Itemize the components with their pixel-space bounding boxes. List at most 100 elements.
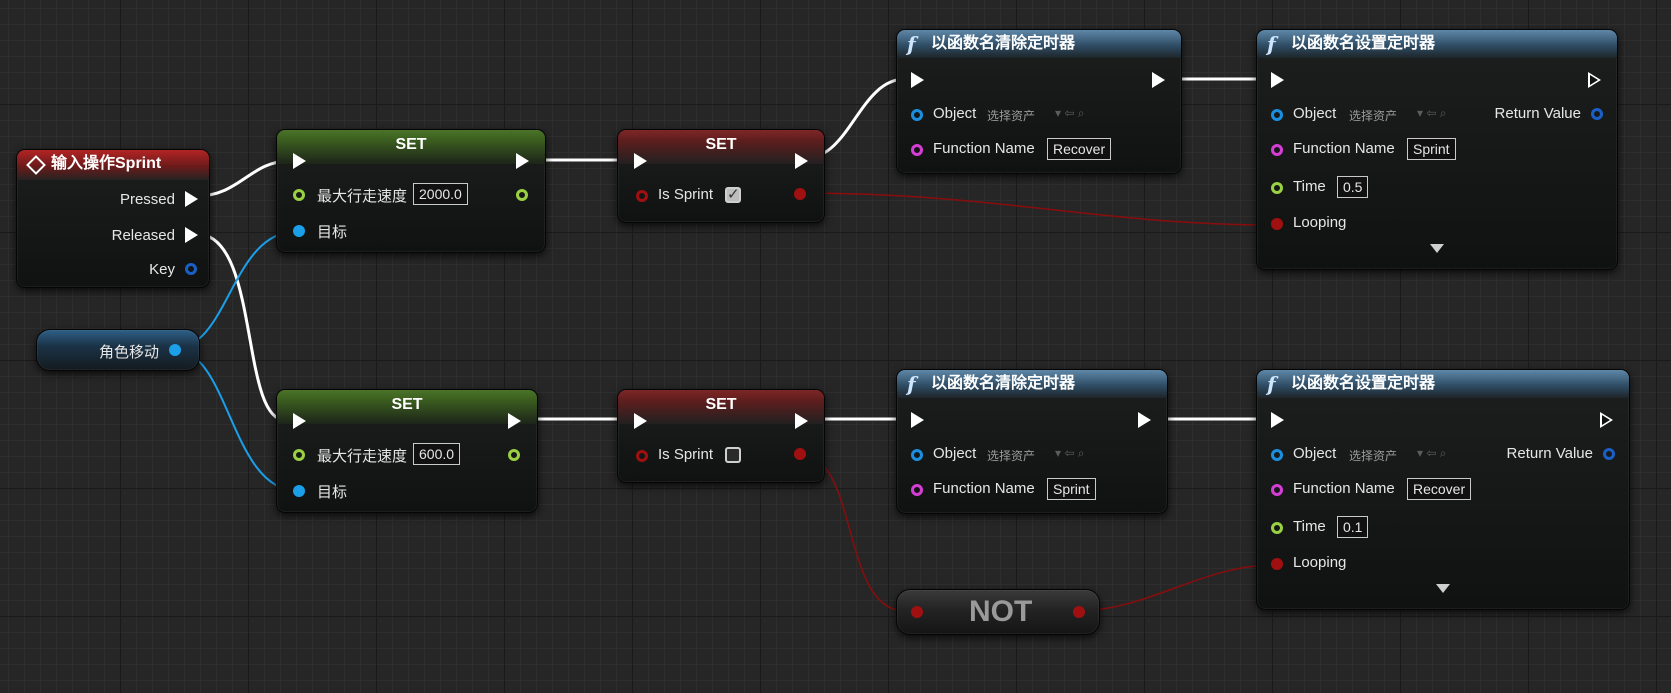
exec-out-pin-pressed[interactable] (185, 191, 198, 207)
exec-out-pin[interactable] (508, 413, 521, 429)
return-value-label: Return Value (1494, 105, 1581, 122)
speed-value-input[interactable]: 600.0 (413, 443, 461, 465)
function-name-in-pin[interactable] (1271, 144, 1283, 156)
sprint-out-pin[interactable] (794, 188, 806, 200)
node-header: SET (277, 130, 545, 164)
node-header: SET (618, 130, 824, 164)
asset-picker[interactable]: 选择资产 (1349, 447, 1397, 464)
function-icon: f (1267, 372, 1276, 396)
set-speed-node-top[interactable]: SET 最大行走速度 2000.0 目标 (276, 129, 546, 253)
exec-out-pin[interactable] (795, 153, 808, 169)
bool-wire (797, 192, 1276, 226)
set-timer-node-top[interactable]: f 以函数名设置定时器 Object 选择资产 ▾ ⇦ ⌕ Return Val… (1256, 29, 1618, 270)
object-label: Object (933, 105, 977, 122)
function-name-input[interactable]: Recover (1047, 138, 1112, 160)
speed-in-pin[interactable] (293, 189, 305, 201)
exec-in-pin[interactable] (911, 412, 924, 428)
asset-picker-arrows[interactable]: ▾ ⇦ ⌕ (1055, 446, 1084, 461)
exec-in-pin[interactable] (634, 413, 647, 429)
speed-out-pin[interactable] (508, 449, 520, 461)
asset-picker-arrows[interactable]: ▾ ⇦ ⌕ (1417, 446, 1446, 461)
node-title: 输入操作Sprint (51, 155, 162, 172)
function-name-label: Function Name (933, 480, 1035, 497)
field-label: Is Sprint (658, 186, 714, 203)
exec-in-pin[interactable] (911, 72, 924, 88)
set-timer-node-bottom[interactable]: f 以函数名设置定时器 Object 选择资产 ▾ ⇦ ⌕ Return Val… (1256, 369, 1630, 610)
looping-in-pin[interactable] (1271, 558, 1283, 570)
node-title: SET (705, 396, 737, 413)
exec-out-pin[interactable] (1138, 412, 1151, 428)
asset-picker-arrows[interactable]: ▾ ⇦ ⌕ (1417, 106, 1446, 121)
target-label: 目标 (317, 484, 348, 501)
target-in-pin[interactable] (293, 485, 305, 497)
speed-out-pin[interactable] (516, 189, 528, 201)
object-in-pin[interactable] (1271, 449, 1283, 461)
expand-arrow-icon[interactable] (1436, 584, 1450, 593)
sprint-checkbox[interactable] (725, 447, 741, 463)
not-node[interactable]: NOT (896, 589, 1100, 635)
object-label: Object (1293, 105, 1337, 122)
asset-picker-arrows[interactable]: ▾ ⇦ ⌕ (1055, 106, 1084, 121)
exec-in-pin[interactable] (634, 153, 647, 169)
function-name-input[interactable]: Recover (1407, 478, 1472, 500)
clear-timer-node-bottom[interactable]: f 以函数名清除定时器 Object 选择资产 ▾ ⇦ ⌕ Function N… (896, 369, 1168, 514)
function-name-input[interactable]: Sprint (1407, 138, 1456, 160)
not-out-pin[interactable] (1073, 606, 1085, 618)
function-name-in-pin[interactable] (911, 144, 923, 156)
function-name-in-pin[interactable] (1271, 484, 1283, 496)
time-label: Time (1293, 178, 1326, 195)
exec-out-pin[interactable] (1152, 72, 1165, 88)
looping-in-pin[interactable] (1271, 218, 1283, 230)
variable-node[interactable]: 角色移动 (36, 329, 200, 371)
variable-out-pin[interactable] (169, 344, 181, 356)
expand-arrow-icon[interactable] (1430, 244, 1444, 253)
not-label: NOT (969, 595, 1033, 628)
sprint-out-pin[interactable] (794, 448, 806, 460)
object-in-pin[interactable] (911, 109, 923, 121)
node-title: SET (391, 396, 423, 413)
exec-out-pin[interactable] (516, 153, 529, 169)
asset-picker[interactable]: 选择资产 (987, 107, 1035, 124)
sprint-in-pin[interactable] (636, 190, 648, 202)
exec-in-pin[interactable] (1271, 412, 1284, 428)
function-icon: f (907, 372, 916, 396)
node-header: f 以函数名设置定时器 (1257, 30, 1617, 58)
looping-label: Looping (1293, 554, 1347, 571)
set-sprint-node-top[interactable]: SET Is Sprint (617, 129, 825, 223)
speed-in-pin[interactable] (293, 449, 305, 461)
object-in-pin[interactable] (1271, 109, 1283, 121)
key-out-pin[interactable] (185, 263, 197, 275)
node-header: f 以函数名清除定时器 (897, 30, 1181, 58)
time-input[interactable]: 0.5 (1337, 176, 1369, 198)
exec-in-pin[interactable] (293, 153, 306, 169)
input-action-node[interactable]: 输入操作Sprint Pressed Released Key (16, 149, 210, 288)
sprint-checkbox[interactable] (725, 185, 741, 203)
exec-in-pin[interactable] (1271, 72, 1284, 88)
asset-picker[interactable]: 选择资产 (987, 447, 1035, 464)
target-in-pin[interactable] (293, 225, 305, 237)
sprint-in-pin[interactable] (636, 450, 648, 462)
exec-out-pin-released[interactable] (185, 227, 198, 243)
time-input[interactable]: 0.1 (1337, 516, 1369, 538)
input-event-icon (26, 155, 46, 175)
function-name-in-pin[interactable] (911, 484, 923, 496)
exec-out-pin[interactable] (1588, 72, 1601, 88)
clear-timer-node-top[interactable]: f 以函数名清除定时器 Object 选择资产 ▾ ⇦ ⌕ Function N… (896, 29, 1182, 174)
time-in-pin[interactable] (1271, 182, 1283, 194)
set-sprint-node-bottom[interactable]: SET Is Sprint (617, 389, 825, 483)
node-title: 以函数名清除定时器 (931, 375, 1076, 392)
object-in-pin[interactable] (911, 449, 923, 461)
exec-out-pin[interactable] (1600, 412, 1613, 428)
not-in-pin[interactable] (911, 606, 923, 618)
set-speed-node-bottom[interactable]: SET 最大行走速度 600.0 目标 (276, 389, 538, 513)
return-value-pin[interactable] (1603, 448, 1615, 460)
asset-picker[interactable]: 选择资产 (1349, 107, 1397, 124)
exec-out-pin[interactable] (795, 413, 808, 429)
time-in-pin[interactable] (1271, 522, 1283, 534)
function-name-input[interactable]: Sprint (1047, 478, 1096, 500)
object-label: Object (933, 445, 977, 462)
node-header: SET (277, 390, 537, 424)
speed-value-input[interactable]: 2000.0 (413, 183, 468, 205)
return-value-pin[interactable] (1591, 108, 1603, 120)
exec-in-pin[interactable] (293, 413, 306, 429)
